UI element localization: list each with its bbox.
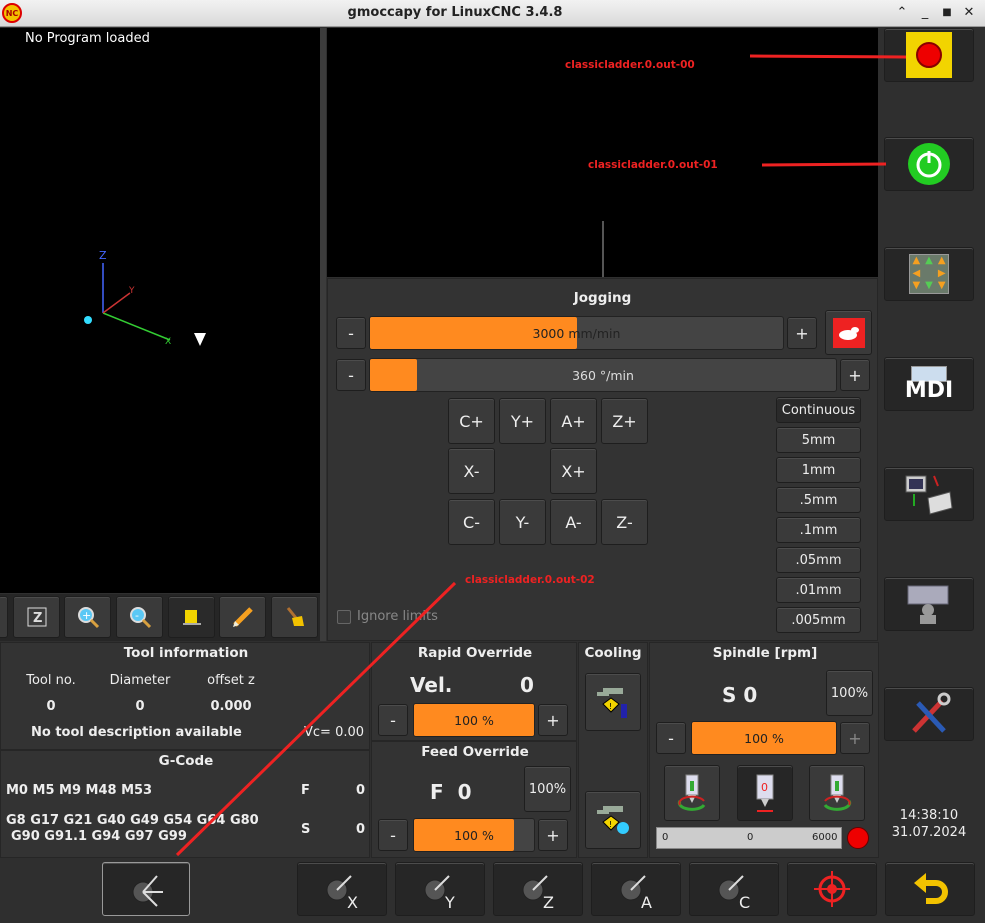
hal-label-out-02: classicladder.0.out-02 <box>465 574 595 586</box>
hal-connection-lines <box>175 54 907 857</box>
